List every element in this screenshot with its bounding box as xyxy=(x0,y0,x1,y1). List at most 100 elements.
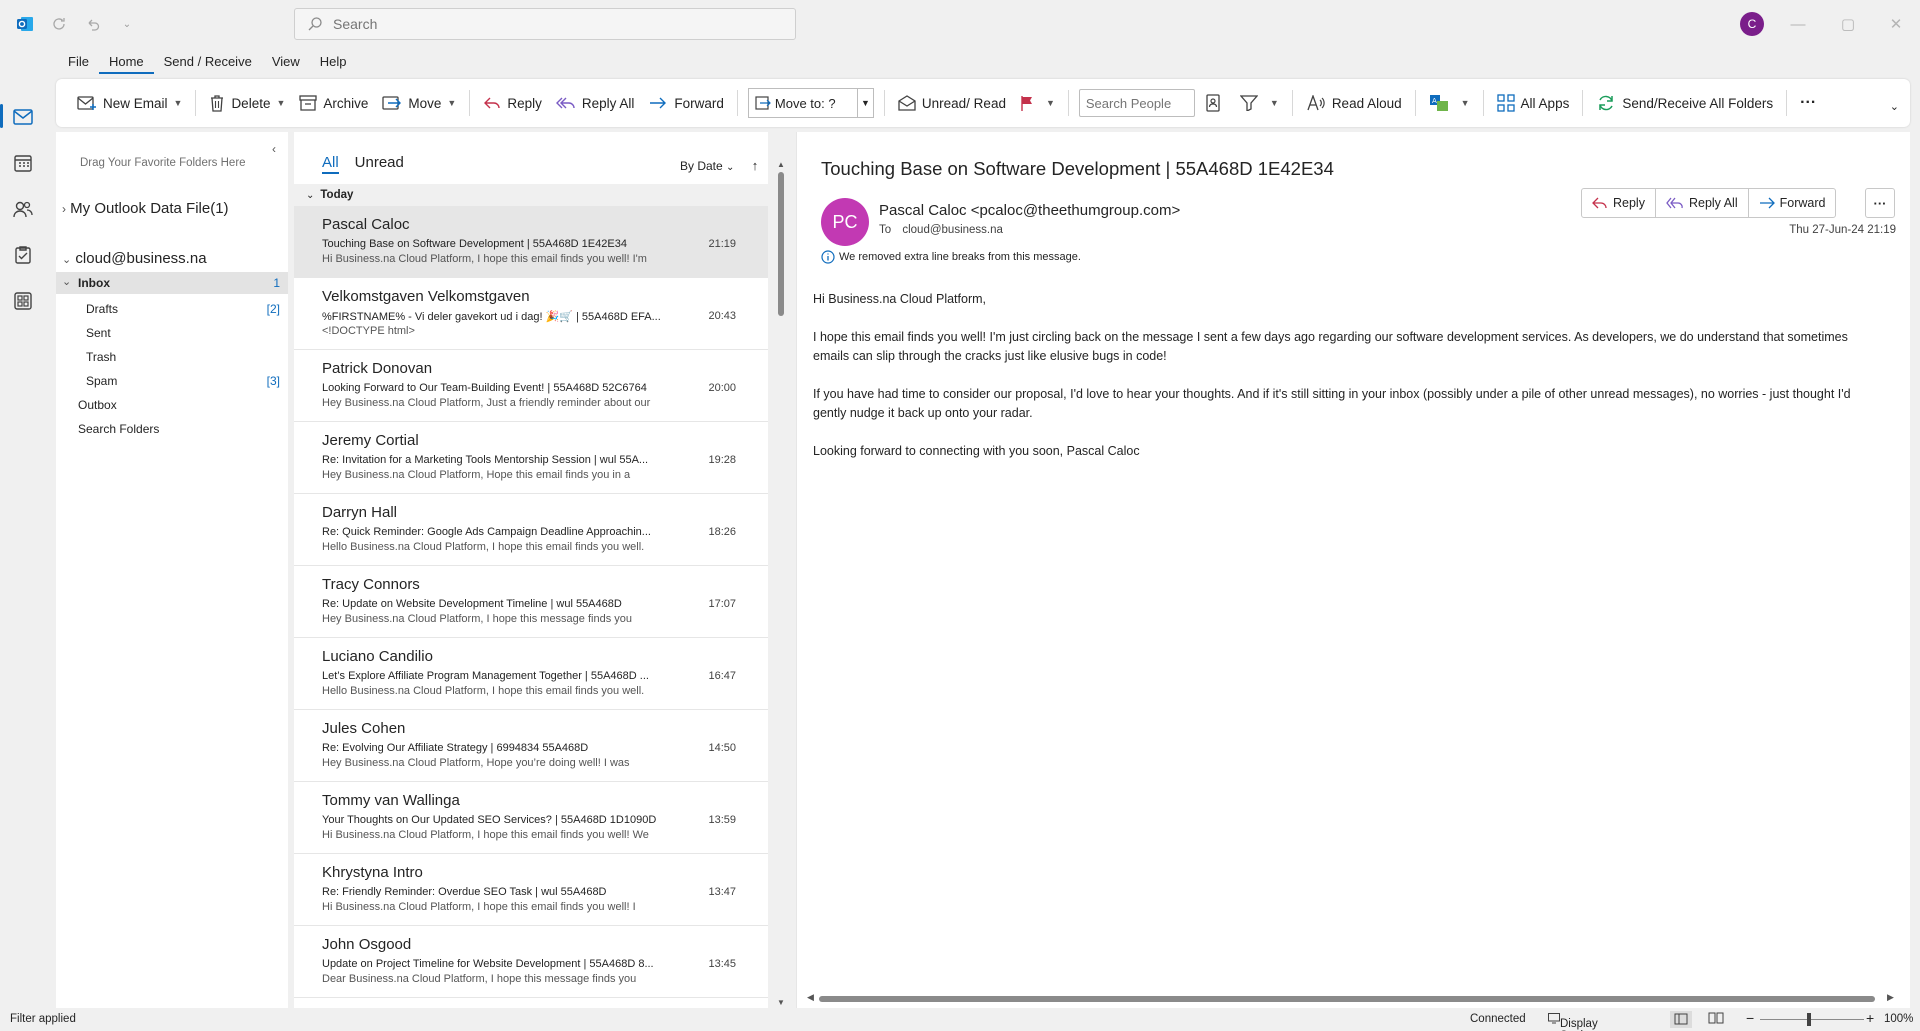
message-list-scrollbar[interactable]: ▲ ▼ xyxy=(776,160,786,1007)
message-row[interactable]: Tommy van Wallinga Your Thoughts on Our U… xyxy=(294,782,768,854)
mail-icon[interactable] xyxy=(8,102,38,132)
chevron-right-icon: › xyxy=(62,202,66,216)
address-book-button[interactable] xyxy=(1199,86,1233,120)
maximize-button[interactable]: ▢ xyxy=(1828,10,1868,38)
zoom-level[interactable]: 100% xyxy=(1884,1013,1913,1025)
message-row[interactable]: Jules Cohen Re: Evolving Our Affiliate St… xyxy=(294,710,768,782)
ribbon-collapse-icon[interactable]: ⌄ xyxy=(1883,89,1906,123)
scrollbar-thumb[interactable] xyxy=(819,996,1875,1002)
move-button[interactable]: Move ▼ xyxy=(375,86,463,120)
forward-button[interactable]: Forward xyxy=(641,86,731,120)
tasks-icon[interactable] xyxy=(8,240,38,270)
archive-button[interactable]: Archive xyxy=(292,86,375,120)
folder-spam[interactable]: Spam [3] xyxy=(56,370,288,392)
filter-unread[interactable]: Unread xyxy=(355,154,404,174)
filter-button[interactable]: ▼ xyxy=(1233,86,1286,120)
scroll-up-icon[interactable]: ▲ xyxy=(777,160,785,169)
folder-trash[interactable]: Trash xyxy=(56,346,288,368)
user-avatar[interactable]: C xyxy=(1740,12,1764,36)
all-apps-button[interactable]: All Apps xyxy=(1490,86,1577,120)
minimize-button[interactable]: — xyxy=(1778,10,1818,38)
new-email-button[interactable]: New Email ▼ xyxy=(70,86,189,120)
folder-sent[interactable]: Sent xyxy=(56,322,288,344)
chevron-down-icon[interactable]: ▼ xyxy=(447,98,456,108)
chevron-down-icon[interactable]: ▼ xyxy=(276,98,285,108)
zoom-slider[interactable] xyxy=(1760,1019,1864,1020)
more-commands-button[interactable]: ··· xyxy=(1793,86,1823,120)
reply-all-button[interactable]: Reply All xyxy=(549,86,642,120)
zoom-slider-thumb[interactable] xyxy=(1807,1013,1811,1026)
scroll-down-icon[interactable]: ▼ xyxy=(777,998,785,1007)
filter-all[interactable]: All xyxy=(322,154,339,174)
more-actions-button[interactable]: ··· xyxy=(1865,188,1895,218)
sort-direction-icon[interactable]: ↑ xyxy=(752,158,759,173)
message-row[interactable]: Patrick Donovan Looking Forward to Our Te… xyxy=(294,350,768,422)
zoom-out-icon[interactable]: − xyxy=(1746,1010,1754,1026)
sender-address[interactable]: Pascal Caloc <pcaloc@theethumgroup.com> xyxy=(879,202,1180,219)
flag-button[interactable]: ▼ xyxy=(1013,86,1062,120)
chevron-down-icon[interactable]: ▼ xyxy=(1461,98,1470,108)
message-row[interactable]: Khrystyna Intro Re: Friendly Reminder: Ov… xyxy=(294,854,768,926)
message-row[interactable]: Luciano Candilio Let’s Explore Affiliate … xyxy=(294,638,768,710)
reply-button[interactable]: Reply xyxy=(476,86,549,120)
folder-search-folders[interactable]: Search Folders xyxy=(56,418,288,440)
undo-icon[interactable] xyxy=(80,11,106,37)
translate-button[interactable]: A ▼ xyxy=(1422,86,1477,120)
sender-avatar[interactable]: PC xyxy=(821,198,869,246)
move-to-dropdown[interactable]: Move to: ? ▼ xyxy=(747,88,874,118)
people-icon[interactable] xyxy=(8,194,38,224)
account-folder[interactable]: ⌄ cloud@business.na xyxy=(62,250,207,267)
tab-send-receive[interactable]: Send / Receive xyxy=(154,52,262,74)
tab-view[interactable]: View xyxy=(262,52,310,74)
delete-button[interactable]: Delete ▼ xyxy=(202,86,292,120)
send-receive-all-button[interactable]: Send/Receive All Folders xyxy=(1589,86,1780,120)
scroll-left-icon[interactable]: ◀ xyxy=(807,992,814,1003)
recipient-address[interactable]: cloud@business.na xyxy=(902,224,1003,236)
reply-all-icon xyxy=(555,97,575,109)
message-row[interactable]: Velkomstgaven Velkomstgaven %FIRSTNAME% -… xyxy=(294,278,768,350)
forward-button[interactable]: Forward xyxy=(1749,189,1836,217)
search-input[interactable] xyxy=(333,16,773,32)
message-sender: Patrick Donovan xyxy=(322,360,433,377)
reply-button[interactable]: Reply xyxy=(1582,189,1656,217)
reply-all-button[interactable]: Reply All xyxy=(1656,189,1749,217)
close-button[interactable]: ✕ xyxy=(1876,10,1916,38)
scrollbar-thumb[interactable] xyxy=(778,172,784,316)
scroll-right-icon[interactable]: ▶ xyxy=(1887,992,1894,1003)
chevron-down-icon[interactable]: ▼ xyxy=(174,98,183,108)
data-file-folder[interactable]: › My Outlook Data File(1) xyxy=(62,200,229,217)
read-aloud-button[interactable]: Read Aloud xyxy=(1299,86,1409,120)
message-row[interactable]: Darryn Hall Re: Quick Reminder: Google Ad… xyxy=(294,494,768,566)
customize-toolbar-icon[interactable]: ⌄ xyxy=(114,11,140,37)
folder-outbox[interactable]: Outbox xyxy=(56,394,288,416)
info-bar[interactable]: We removed extra line breaks from this m… xyxy=(821,250,1081,264)
chevron-down-icon[interactable]: ▼ xyxy=(1270,98,1279,108)
group-header[interactable]: ⌄ Today xyxy=(294,184,768,206)
reading-view-icon[interactable] xyxy=(1708,1011,1724,1028)
calendar-icon[interactable] xyxy=(8,148,38,178)
sort-dropdown[interactable]: By Date ⌄ ↑ xyxy=(680,158,758,173)
message-row[interactable]: Tracy Connors Re: Update on Website Devel… xyxy=(294,566,768,638)
normal-view-icon[interactable] xyxy=(1670,1011,1692,1028)
folder-inbox[interactable]: ⌄ Inbox 1 xyxy=(56,272,288,294)
tab-file[interactable]: File xyxy=(58,52,99,74)
search-people-input[interactable] xyxy=(1078,89,1195,117)
unread-read-button[interactable]: Unread/ Read xyxy=(891,86,1013,120)
collapse-pane-icon[interactable]: ‹ xyxy=(272,142,276,156)
tab-help[interactable]: Help xyxy=(310,52,357,74)
active-indicator xyxy=(0,104,3,128)
chevron-down-icon[interactable]: ▼ xyxy=(1046,98,1055,108)
chevron-down-icon[interactable]: ▼ xyxy=(856,89,873,117)
zoom-in-icon[interactable]: + xyxy=(1866,1010,1874,1026)
folder-drafts[interactable]: Drafts [2] xyxy=(56,298,288,320)
message-row[interactable]: Jeremy Cortial Re: Invitation for a Marke… xyxy=(294,422,768,494)
sync-icon[interactable] xyxy=(46,11,72,37)
message-row[interactable]: John Osgood Update on Project Timeline fo… xyxy=(294,926,768,998)
svg-text:A: A xyxy=(1432,97,1437,105)
reading-pane-scrollbar[interactable]: ◀ ▶ xyxy=(807,992,1897,1004)
apps-icon[interactable] xyxy=(8,286,38,316)
tab-home[interactable]: Home xyxy=(98,52,154,74)
search-box[interactable] xyxy=(294,8,796,40)
display-settings-button[interactable]: Display Settings xyxy=(1548,1013,1602,1031)
message-row[interactable]: Pascal Caloc Touching Base on Software De… xyxy=(294,206,768,278)
